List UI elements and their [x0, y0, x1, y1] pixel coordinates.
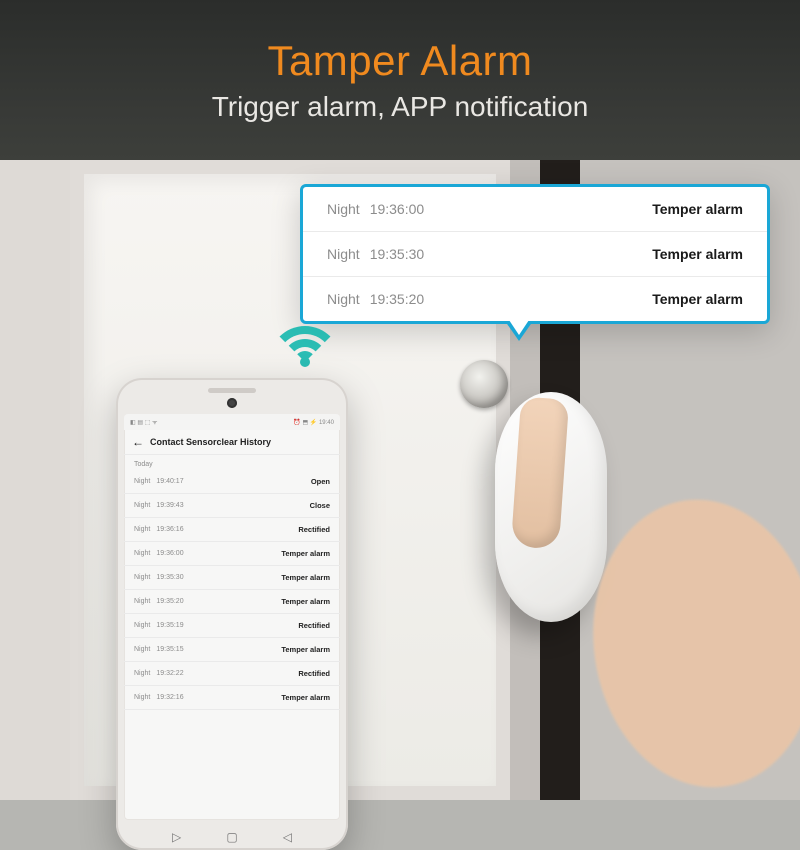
history-period: Night: [134, 670, 150, 677]
history-status: Temper alarm: [281, 693, 330, 702]
history-time: 19:32:22: [156, 670, 183, 677]
history-period: Night: [134, 502, 150, 509]
phone-camera: [227, 398, 237, 408]
callout-row: Night 19:35:30 Temper alarm: [303, 232, 767, 277]
header-band: Tamper Alarm Trigger alarm, APP notifica…: [0, 0, 800, 160]
history-status: Rectified: [298, 669, 330, 678]
history-status: Temper alarm: [281, 645, 330, 654]
callout-period: Night: [327, 201, 360, 217]
status-right: ⏰ ⬒ ⚡ 19:40: [293, 419, 334, 426]
history-period: Night: [134, 526, 150, 533]
history-status: Close: [310, 501, 330, 510]
history-time: 19:36:00: [156, 550, 183, 557]
history-row[interactable]: Night 19:35:20 Temper alarm: [124, 590, 340, 614]
history-status: Rectified: [298, 525, 330, 534]
door-lock: [460, 360, 508, 408]
history-row[interactable]: Night 19:40:17 Open: [124, 470, 340, 494]
callout-row: Night19:35:20Temper alarm: [303, 277, 767, 321]
nav-back-icon[interactable]: ◁: [283, 831, 292, 843]
history-time: 19:39:43: [156, 502, 183, 509]
history-period: Night: [134, 574, 150, 581]
history-period: Night: [134, 622, 150, 629]
history-time: 19:35:30: [156, 574, 183, 581]
history-status: Rectified: [298, 621, 330, 630]
history-row[interactable]: Night 19:35:30 Temper alarm: [124, 566, 340, 590]
history-status: Temper alarm: [281, 573, 330, 582]
history-row[interactable]: Night 19:35:19 Rectified: [124, 614, 340, 638]
history-period: Night: [134, 694, 150, 701]
history-period: Night: [134, 550, 150, 557]
history-period: Night: [134, 478, 150, 485]
nav-home-icon[interactable]: ▢: [226, 831, 237, 843]
android-nav-bar: ◁ ▢ ◁: [172, 828, 292, 846]
callout-time: 19:35:30: [370, 246, 425, 262]
history-status: Open: [311, 477, 330, 486]
callout-period: Night: [327, 246, 360, 262]
history-row[interactable]: Night 19:36:00 Temper alarm: [124, 542, 340, 566]
phone-status-bar: ◧ ▤ ⬚ ᯤ ⏰ ⬒ ⚡ 19:40: [124, 414, 340, 430]
history-row[interactable]: Night 19:39:43 Close: [124, 494, 340, 518]
status-left: ◧ ▤ ⬚ ᯤ: [130, 418, 158, 426]
back-icon[interactable]: ←: [132, 436, 144, 448]
app-top-bar: ← Contact Sensorclear History: [124, 430, 340, 455]
callout-row: Night 19:36:00 Temper alarm: [303, 187, 767, 232]
history-time: 19:36:16: [156, 526, 183, 533]
callout-status: Temper alarm: [652, 246, 743, 262]
history-section-label: Today: [124, 455, 340, 470]
phone-screen: ◧ ▤ ⬚ ᯤ ⏰ ⬒ ⚡ 19:40 ← Contact Sensorclea…: [124, 414, 340, 820]
history-time: 19:40:17: [156, 478, 183, 485]
history-row[interactable]: Night 19:36:16 Rectified: [124, 518, 340, 542]
callout-status: Temper alarm: [652, 291, 743, 307]
history-time: 19:32:16: [156, 694, 183, 701]
history-row[interactable]: Night 19:35:15 Temper alarm: [124, 638, 340, 662]
history-time: 19:35:15: [156, 646, 183, 653]
app-title: Contact Sensorclear History: [150, 437, 271, 447]
phone-speaker: [208, 388, 256, 393]
callout-tail: [505, 321, 533, 341]
history-time: 19:35:20: [156, 598, 183, 605]
history-status: Temper alarm: [281, 597, 330, 606]
history-period: Night: [134, 598, 150, 605]
callout-status: Temper alarm: [652, 201, 743, 217]
notification-callout: Night 19:36:00 Temper alarm Night 19:35:30 Te…: [300, 184, 770, 324]
history-status: Temper alarm: [281, 549, 330, 558]
history-period: Night: [134, 646, 150, 653]
history-row[interactable]: Night 19:32:16 Temper alarm: [124, 686, 340, 710]
history-time: 19:35:19: [156, 622, 183, 629]
page-subtitle: Trigger alarm, APP notification: [212, 91, 589, 123]
history-row[interactable]: Night 19:32:22 Rectified: [124, 662, 340, 686]
page-title: Tamper Alarm: [267, 37, 532, 85]
wifi-icon: [265, 302, 345, 362]
phone-mockup: ◧ ▤ ⬚ ᯤ ⏰ ⬒ ⚡ 19:40 ← Contact Sensorclea…: [116, 378, 348, 850]
nav-recent-icon[interactable]: ◁: [172, 831, 181, 843]
callout-time: 19:36:00: [370, 201, 425, 217]
callout-time: 19:35:20: [370, 291, 425, 307]
